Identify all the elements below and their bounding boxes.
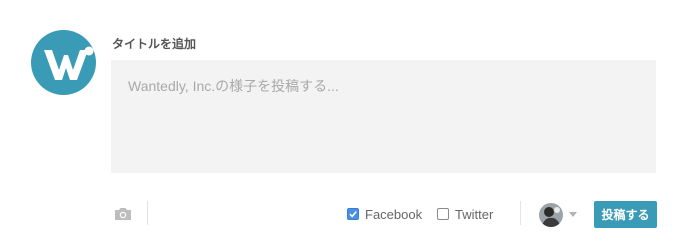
composer-footer: Facebook Twitter 投稿する xyxy=(0,196,685,236)
twitter-checkbox[interactable] xyxy=(437,208,449,220)
share-facebook-option[interactable]: Facebook xyxy=(347,206,422,222)
share-twitter-option[interactable]: Twitter xyxy=(437,206,493,222)
chevron-down-icon[interactable] xyxy=(569,212,577,217)
user-avatar[interactable] xyxy=(539,203,563,227)
check-icon xyxy=(349,211,357,218)
post-button[interactable]: 投稿する xyxy=(594,201,657,228)
footer-divider xyxy=(147,201,148,225)
add-title-link[interactable]: タイトルを追加 xyxy=(112,35,196,52)
twitter-label: Twitter xyxy=(455,206,494,222)
company-avatar xyxy=(31,30,96,95)
wantedly-logo-icon xyxy=(44,46,94,80)
camera-icon[interactable] xyxy=(114,207,132,221)
post-body-input[interactable] xyxy=(111,60,656,173)
facebook-label: Facebook xyxy=(365,206,423,222)
footer-divider xyxy=(520,201,521,225)
facebook-checkbox[interactable] xyxy=(347,208,359,220)
post-composer: タイトルを追加 Facebook Twitter xyxy=(0,0,685,247)
